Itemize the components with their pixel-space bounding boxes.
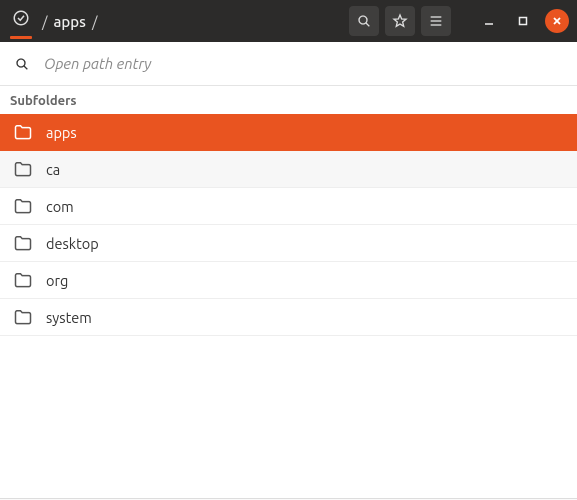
- menu-button[interactable]: [421, 6, 451, 36]
- folder-icon: [12, 122, 34, 142]
- minimize-button[interactable]: [477, 9, 501, 33]
- folder-label: system: [46, 309, 92, 326]
- breadcrumb-separator: /: [42, 13, 48, 30]
- folder-icon: [12, 233, 34, 253]
- section-header-subfolders: Subfolders: [0, 86, 577, 114]
- list-item[interactable]: system: [0, 299, 577, 336]
- breadcrumb[interactable]: / apps /: [42, 13, 349, 30]
- folder-label: desktop: [46, 235, 99, 252]
- maximize-button[interactable]: [511, 9, 535, 33]
- folder-label: org: [46, 272, 68, 289]
- search-icon: [14, 56, 30, 72]
- bookmark-button[interactable]: [385, 6, 415, 36]
- toolbar-buttons: [349, 6, 571, 36]
- close-button[interactable]: [545, 9, 569, 33]
- folder-label: com: [46, 198, 74, 215]
- breadcrumb-separator: /: [92, 13, 98, 30]
- folder-icon: [12, 270, 34, 290]
- folder-icon: [12, 159, 34, 179]
- folder-icon: [12, 196, 34, 216]
- path-entry-bar: [0, 42, 577, 86]
- list-item[interactable]: apps: [0, 114, 577, 151]
- list-item[interactable]: com: [0, 188, 577, 225]
- app-icon: [10, 9, 32, 34]
- list-item[interactable]: ca: [0, 151, 577, 188]
- path-entry-input[interactable]: [44, 55, 563, 72]
- folder-label: apps: [46, 124, 77, 141]
- list-item[interactable]: desktop: [0, 225, 577, 262]
- search-button[interactable]: [349, 6, 379, 36]
- folder-icon: [12, 307, 34, 327]
- titlebar: / apps /: [0, 0, 577, 42]
- folder-label: ca: [46, 161, 60, 178]
- list-item[interactable]: org: [0, 262, 577, 299]
- breadcrumb-item-apps[interactable]: apps: [54, 13, 86, 30]
- folder-list: apps ca com desktop org system: [0, 114, 577, 498]
